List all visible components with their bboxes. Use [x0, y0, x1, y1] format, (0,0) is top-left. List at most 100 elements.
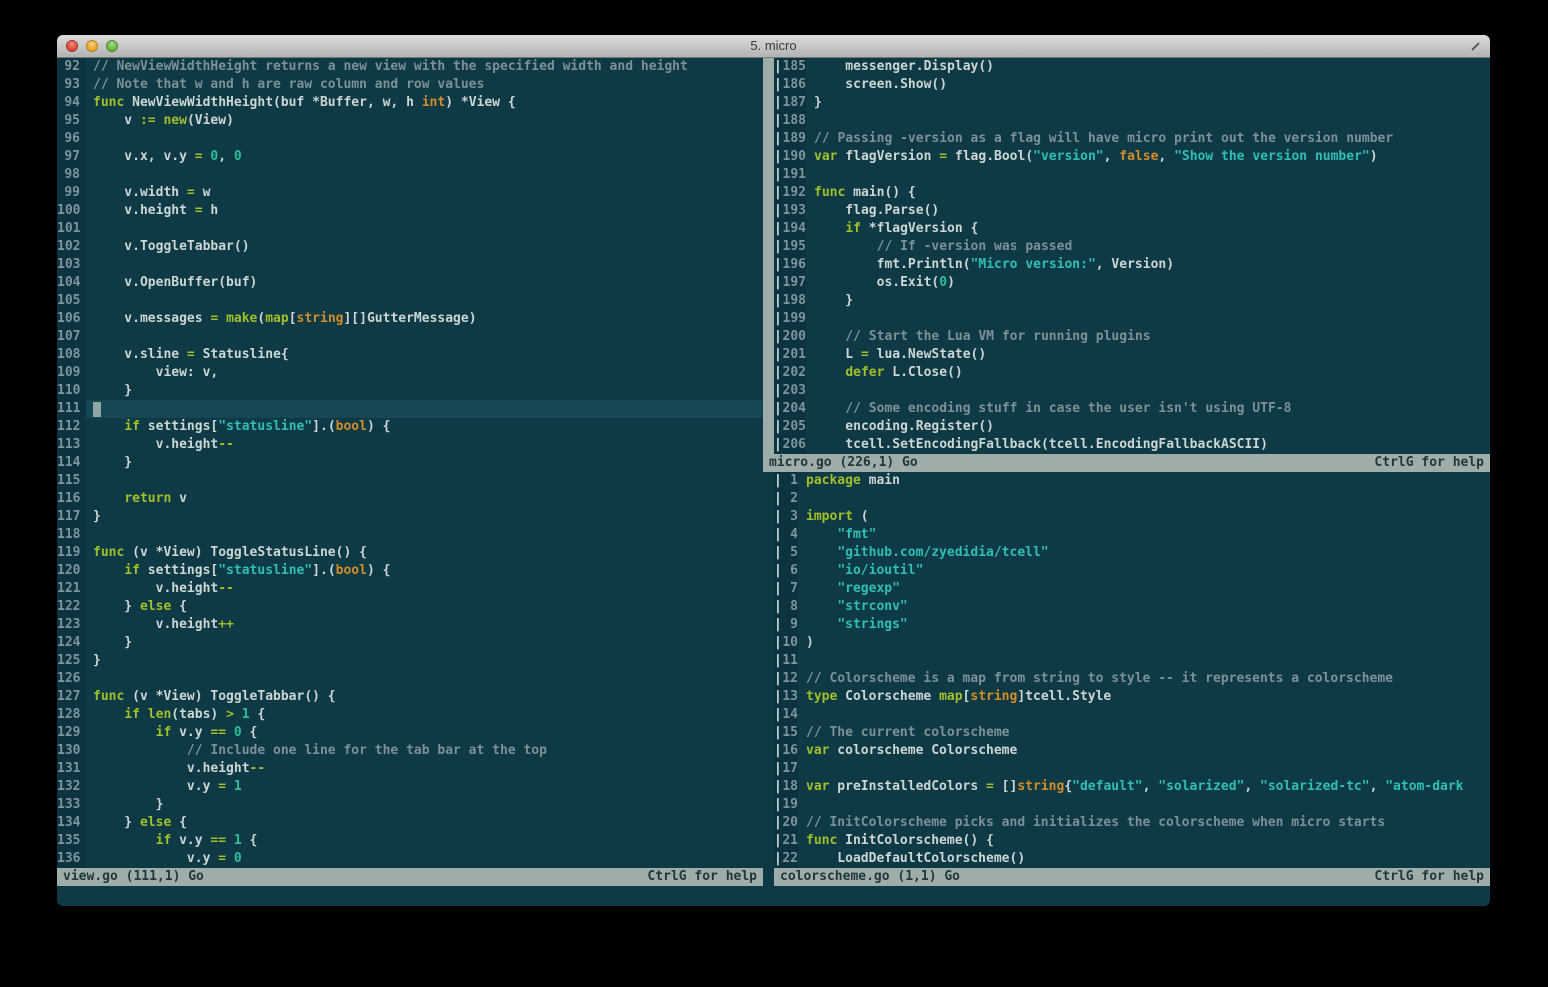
code-line[interactable]: 124 }	[57, 634, 763, 652]
code-line[interactable]: | 14	[774, 706, 1490, 724]
code-line[interactable]: 93// Note that w and h are raw column an…	[57, 76, 763, 94]
editor-pane-colorscheme-go[interactable]: | 1 package main | 2 | 3 import (| 4 "fmt" | 5 "gi…	[774, 472, 1490, 868]
code-line[interactable]: 129 if v.y == 0 {	[57, 724, 763, 742]
code-line[interactable]: 134 } else {	[57, 814, 763, 832]
code-line[interactable]: | 10)	[774, 634, 1490, 652]
code-line[interactable]: 123 v.height++	[57, 616, 763, 634]
code-line[interactable]: | 198 }	[774, 292, 1490, 310]
code-line[interactable]: 107	[57, 328, 763, 346]
code-line[interactable]: 101	[57, 220, 763, 238]
code-line[interactable]: 113 v.height--	[57, 436, 763, 454]
split-bar-glyph: |	[774, 635, 782, 650]
code-line[interactable]: | 16 var colorscheme Colorscheme	[774, 742, 1490, 760]
code-line[interactable]: 126	[57, 670, 763, 688]
code-line[interactable]: 110 }	[57, 382, 763, 400]
code-line[interactable]: 128 if len(tabs) > 1 {	[57, 706, 763, 724]
code-line[interactable]: | 17	[774, 760, 1490, 778]
code-line[interactable]: | 202 defer L.Close()	[774, 364, 1490, 382]
code-line[interactable]: | 8 "strconv"	[774, 598, 1490, 616]
code-line[interactable]: | 196 fmt.Println("Micro version:", Versi…	[774, 256, 1490, 274]
code-line[interactable]: 95 v := new(View)	[57, 112, 763, 130]
code-line[interactable]: 116 return v	[57, 490, 763, 508]
line-number: 104	[57, 275, 81, 290]
code-line[interactable]: 136 v.y = 0	[57, 850, 763, 868]
code-line[interactable]: | 201 L = lua.NewState()	[774, 346, 1490, 364]
code-line[interactable]: 96	[57, 130, 763, 148]
code-line[interactable]: 117}	[57, 508, 763, 526]
code-line[interactable]: | 7 "regexp"	[774, 580, 1490, 598]
code-line[interactable]: 92// NewViewWidthHeight returns a new vi…	[57, 58, 763, 76]
code-line[interactable]: | 2	[774, 490, 1490, 508]
code-line[interactable]: | 203	[774, 382, 1490, 400]
code-line[interactable]: | 187}	[774, 94, 1490, 112]
code-line[interactable]: 111	[57, 400, 763, 418]
code-line[interactable]: 103	[57, 256, 763, 274]
code-line[interactable]: 122 } else {	[57, 598, 763, 616]
code-line[interactable]: 130 // Include one line for the tab bar …	[57, 742, 763, 760]
code-line[interactable]: 106 v.messages = make(map[string][]Gutte…	[57, 310, 763, 328]
code-line[interactable]: 105	[57, 292, 763, 310]
editor-pane-view-go[interactable]: 92// NewViewWidthHeight returns a new vi…	[57, 58, 763, 868]
code-line[interactable]: 127 func (v *View) ToggleTabbar() {	[57, 688, 763, 706]
code-line[interactable]: | 18 var preInstalledColors = []string{"de…	[774, 778, 1490, 796]
code-line[interactable]: 102 v.ToggleTabbar()	[57, 238, 763, 256]
line-number: 129	[57, 725, 81, 740]
code-line[interactable]: 97 v.x, v.y = 0, 0	[57, 148, 763, 166]
code-line[interactable]: | 195 // If -version was passed	[774, 238, 1490, 256]
code-line[interactable]: 125}	[57, 652, 763, 670]
code-line[interactable]: | 11	[774, 652, 1490, 670]
code-line[interactable]: | 5 "github.com/zyedidia/tcell"	[774, 544, 1490, 562]
code-line[interactable]: | 13 type Colorscheme map[string]tcell.Sty…	[774, 688, 1490, 706]
code-line[interactable]: | 21 func InitColorscheme() {	[774, 832, 1490, 850]
editor-pane-micro-go[interactable]: | 185 messenger.Display() | 186 screen.Show…	[774, 58, 1490, 454]
code-line[interactable]: 98	[57, 166, 763, 184]
code-line[interactable]: 135 if v.y == 1 {	[57, 832, 763, 850]
code-line[interactable]: 94 func NewViewWidthHeight(buf *Buffer, w…	[57, 94, 763, 112]
code-line[interactable]: | 199	[774, 310, 1490, 328]
code-line[interactable]: 108 v.sline = Statusline{	[57, 346, 763, 364]
code-line[interactable]: | 206 tcell.SetEncodingFallback(tcell.Enc…	[774, 436, 1490, 454]
code-line[interactable]: 109 view: v,	[57, 364, 763, 382]
code-line[interactable]: | 15// The current colorscheme	[774, 724, 1490, 742]
code-line[interactable]: | 12// Colorscheme is a map from string t…	[774, 670, 1490, 688]
code-line[interactable]: 115	[57, 472, 763, 490]
code-line[interactable]: | 22 LoadDefaultColorscheme()	[774, 850, 1490, 868]
code-line[interactable]: | 200 // Start the Lua VM for running plu…	[774, 328, 1490, 346]
code-line[interactable]: 104 v.OpenBuffer(buf)	[57, 274, 763, 292]
code-line[interactable]: | 192 func main() {	[774, 184, 1490, 202]
code-line[interactable]: | 191	[774, 166, 1490, 184]
code-line[interactable]: | 1 package main	[774, 472, 1490, 490]
line-number: 136	[57, 851, 81, 866]
code-line[interactable]: | 4 "fmt"	[774, 526, 1490, 544]
code-line[interactable]: | 197 os.Exit(0)	[774, 274, 1490, 292]
code-line[interactable]: | 193 flag.Parse()	[774, 202, 1490, 220]
code-line[interactable]: 100 v.height = h	[57, 202, 763, 220]
code-line[interactable]: | 205 encoding.Register()	[774, 418, 1490, 436]
code-line[interactable]: 132 v.y = 1	[57, 778, 763, 796]
resize-icon[interactable]	[1468, 39, 1483, 54]
code-line[interactable]: | 185 messenger.Display()	[774, 58, 1490, 76]
code-line[interactable]: 99 v.width = w	[57, 184, 763, 202]
code-line[interactable]: | 20// InitColorscheme picks and initiali…	[774, 814, 1490, 832]
code-line[interactable]: | 189// Passing -version as a flag will h…	[774, 130, 1490, 148]
code-line[interactable]: | 190 var flagVersion = flag.Bool("version…	[774, 148, 1490, 166]
code-line[interactable]: 131 v.height--	[57, 760, 763, 778]
code-line[interactable]: 112 if settings["statusline"].(bool) {	[57, 418, 763, 436]
code-line[interactable]: | 204 // Some encoding stuff in case the …	[774, 400, 1490, 418]
code-line[interactable]: | 6 "io/ioutil"	[774, 562, 1490, 580]
code-line[interactable]: 114 }	[57, 454, 763, 472]
code-line[interactable]: 120 if settings["statusline"].(bool) {	[57, 562, 763, 580]
titlebar[interactable]: 5. micro	[57, 35, 1490, 58]
line-number: 3	[790, 509, 798, 524]
code-line[interactable]: 118	[57, 526, 763, 544]
code-line[interactable]: 121 v.height--	[57, 580, 763, 598]
code-line[interactable]: | 3 import (	[774, 508, 1490, 526]
line-number: 98	[64, 167, 80, 182]
code-line[interactable]: | 194 if *flagVersion {	[774, 220, 1490, 238]
code-line[interactable]: | 188	[774, 112, 1490, 130]
code-line[interactable]: | 9 "strings"	[774, 616, 1490, 634]
code-line[interactable]: 133 }	[57, 796, 763, 814]
code-line[interactable]: | 186 screen.Show()	[774, 76, 1490, 94]
code-line[interactable]: 119 func (v *View) ToggleStatusLine() {	[57, 544, 763, 562]
code-line[interactable]: | 19	[774, 796, 1490, 814]
